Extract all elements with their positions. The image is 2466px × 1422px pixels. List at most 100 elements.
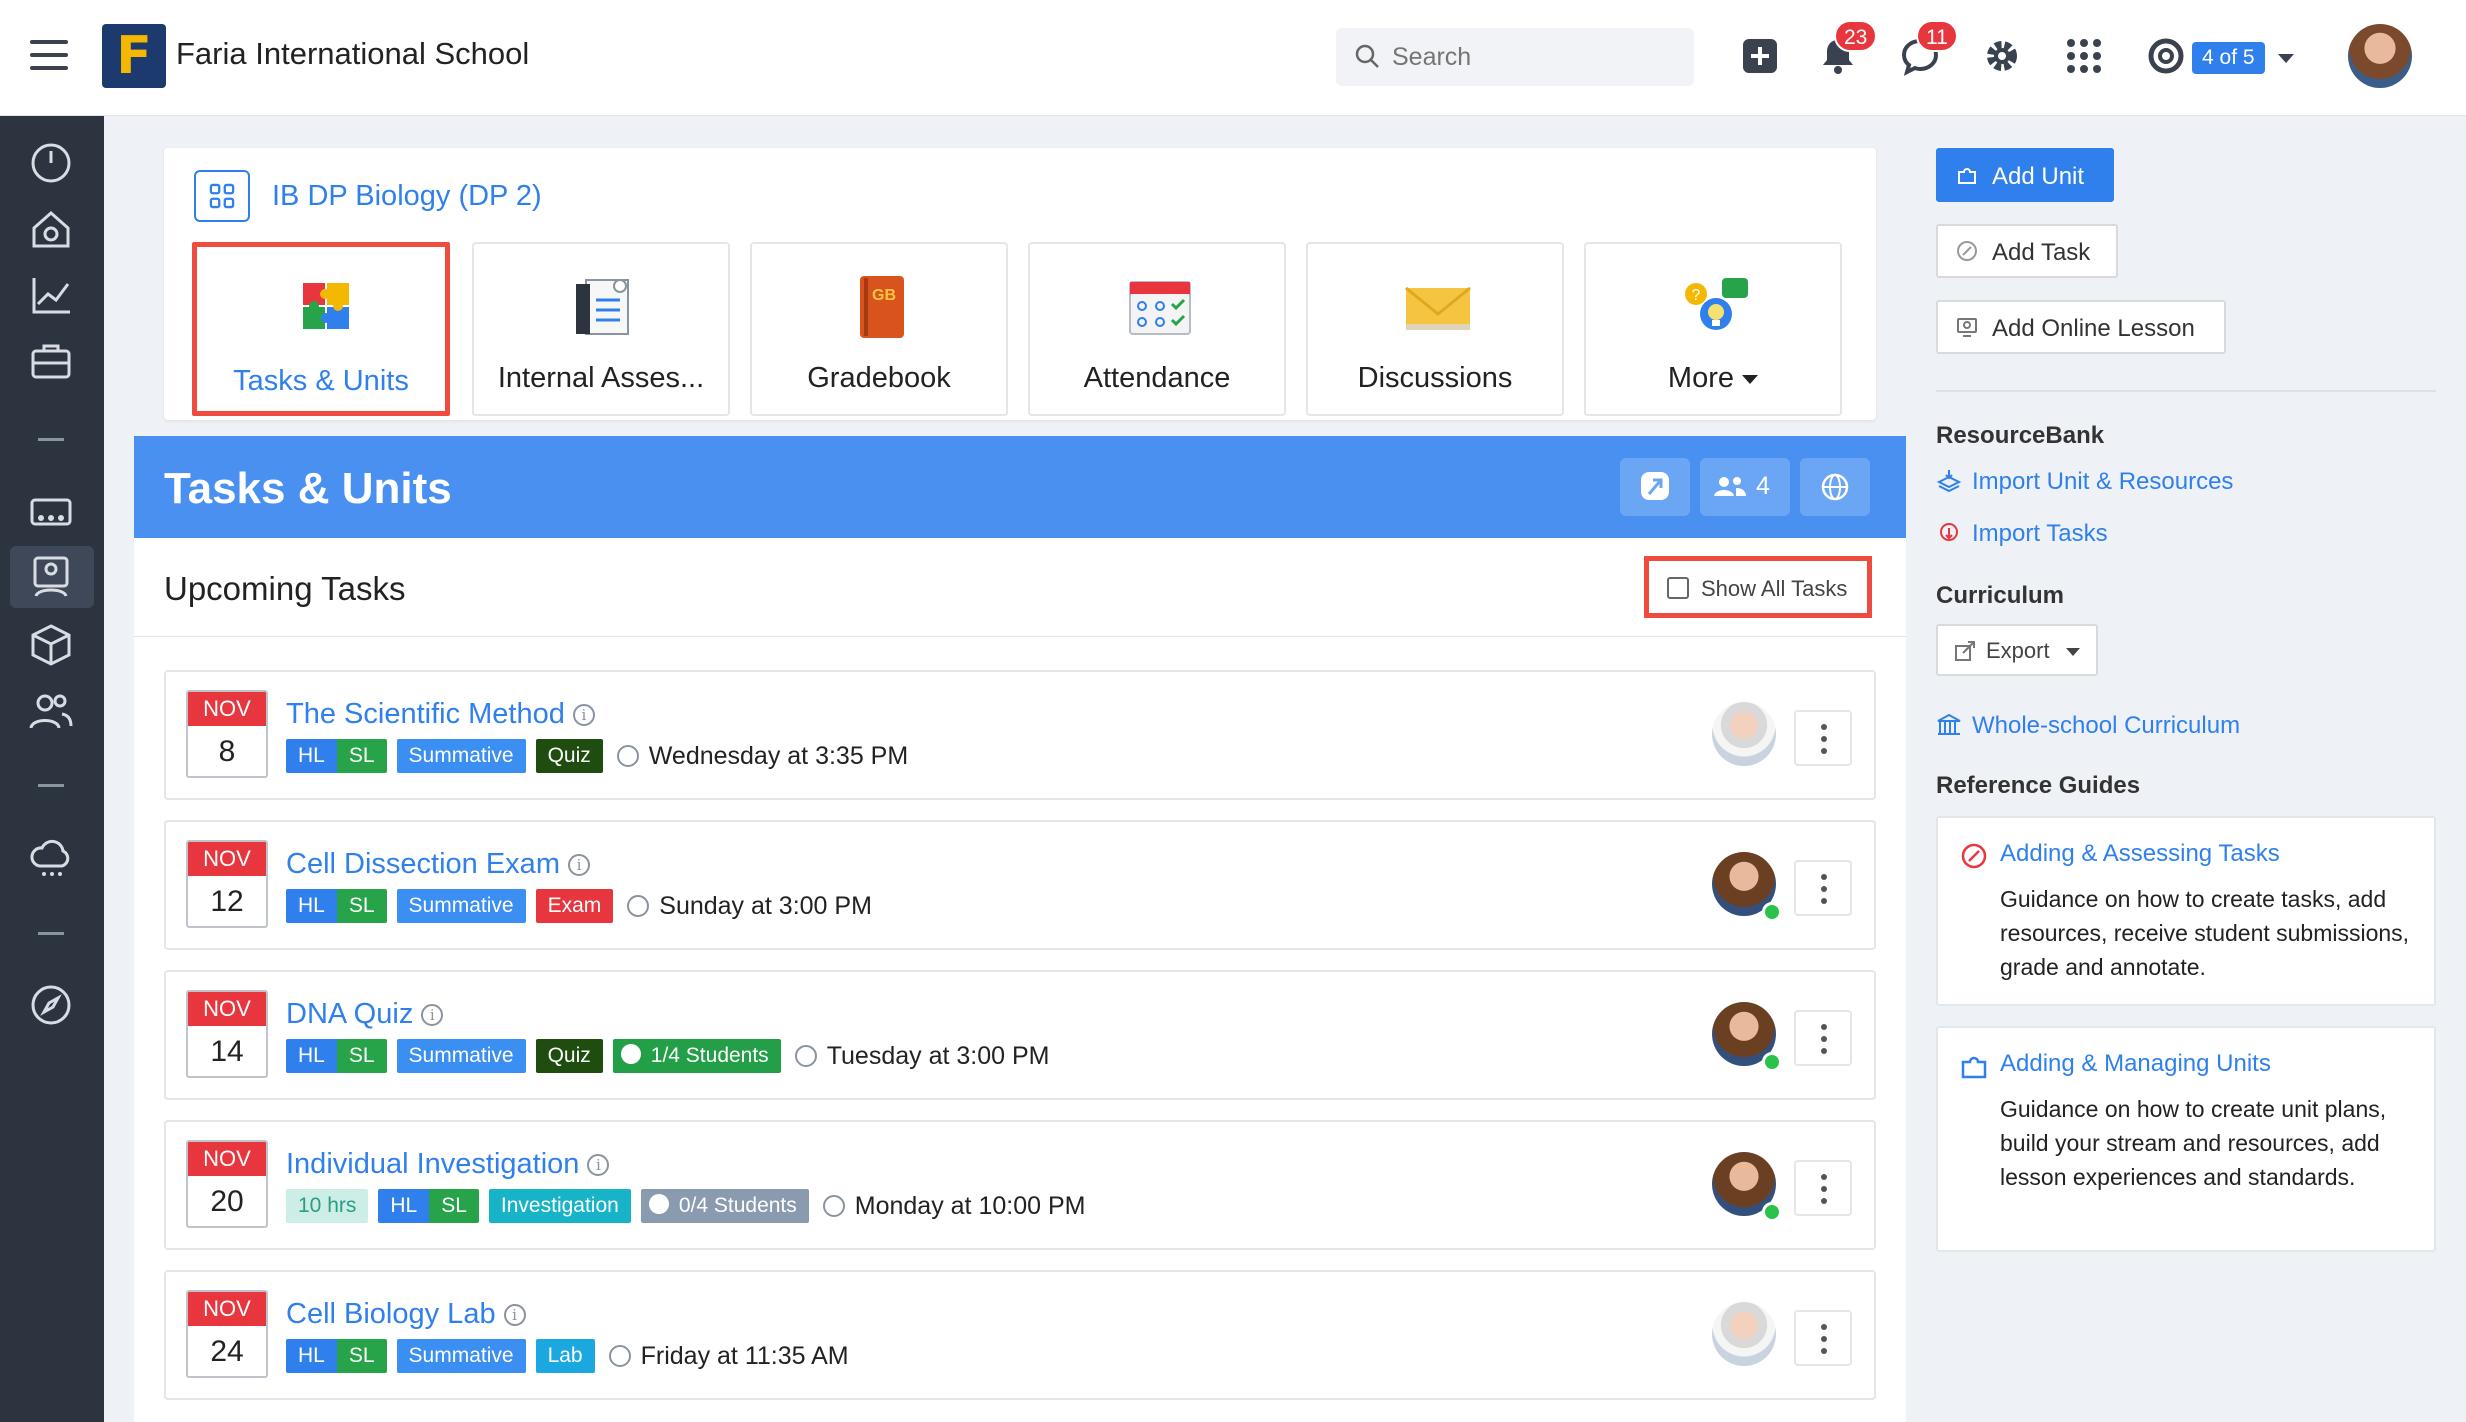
show-all-tasks-button[interactable]: Show All Tasks	[1644, 556, 1872, 618]
tag-summative: Summative	[396, 1339, 526, 1373]
divider	[134, 636, 1906, 637]
export-dropdown[interactable]: Export	[1936, 624, 2098, 676]
student-submissions-badge[interactable]: 0/4 Students	[640, 1189, 809, 1223]
cloud-icon[interactable]	[26, 832, 76, 882]
cube-icon[interactable]	[26, 620, 76, 670]
task-options-button[interactable]	[1794, 1010, 1852, 1066]
teacher-class-icon[interactable]	[26, 552, 76, 602]
add-online-lesson-button[interactable]: Add Online Lesson	[1936, 300, 2226, 354]
guide-description: Guidance on how to create unit plans, bu…	[2000, 1096, 2387, 1190]
pager-indicator[interactable]: 4 of 5	[2192, 42, 2265, 74]
info-icon[interactable]: i	[572, 704, 595, 727]
guide-title[interactable]: Adding & Managing Units	[2000, 1050, 2271, 1078]
whole-school-curriculum-link[interactable]: Whole-school Curriculum	[1936, 712, 2240, 740]
task-options-button[interactable]	[1794, 1160, 1852, 1216]
tab-more[interactable]: ? More	[1584, 242, 1842, 416]
task-title-link[interactable]: DNA Quiz i	[286, 998, 444, 1031]
task-title[interactable]: DNA Quiz	[286, 998, 413, 1030]
hamburger-menu-icon[interactable]	[30, 40, 68, 70]
add-icon[interactable]	[1740, 36, 1780, 76]
gear-icon[interactable]	[1982, 36, 2022, 76]
info-icon[interactable]: i	[567, 854, 590, 877]
share-button[interactable]	[1620, 458, 1690, 516]
import-tasks-link[interactable]: Import Tasks	[1936, 520, 2108, 548]
add-task-button[interactable]: Add Task	[1936, 224, 2118, 278]
notifications-button[interactable]: 23	[1818, 20, 1878, 76]
task-row[interactable]: NOV 12 Cell Dissection Exam i HL SL Summa…	[164, 820, 1876, 950]
task-options-button[interactable]	[1794, 1310, 1852, 1366]
search-box[interactable]	[1336, 28, 1694, 86]
school-name[interactable]: Faria International School	[176, 36, 529, 72]
rail-separator	[38, 438, 64, 441]
language-button[interactable]	[1800, 458, 1870, 516]
briefcase-icon[interactable]	[26, 336, 76, 386]
tab-tasks-units[interactable]: Tasks & Units	[192, 242, 450, 416]
info-icon[interactable]: i	[587, 1154, 610, 1177]
course-grid-icon[interactable]	[194, 170, 250, 222]
tab-gradebook[interactable]: GB Gradebook	[750, 242, 1008, 416]
home-icon[interactable]	[26, 204, 76, 254]
import-tasks-label[interactable]: Import Tasks	[1972, 520, 2108, 547]
people-icon[interactable]	[26, 686, 76, 736]
task-row[interactable]: NOV 20 Individual Investigation i 10 hrs …	[164, 1120, 1876, 1250]
members-button[interactable]: 4	[1700, 458, 1790, 516]
chevron-down-icon[interactable]	[2278, 54, 2294, 63]
task-title-link[interactable]: Individual Investigation i	[286, 1148, 610, 1181]
tag-sl: SL	[336, 1039, 387, 1073]
tab-internal-assessment[interactable]: Internal Asses...	[472, 242, 730, 416]
import-unit-link[interactable]: Import Unit & Resources	[1936, 468, 2233, 496]
task-title[interactable]: Cell Biology Lab	[286, 1298, 496, 1330]
student-submissions-badge[interactable]: 1/4 Students	[612, 1039, 781, 1073]
tag-summative: Summative	[396, 889, 526, 923]
task-title[interactable]: Cell Dissection Exam	[286, 848, 560, 880]
messages-button[interactable]: 11	[1900, 20, 1958, 76]
dashboard-gauge-icon[interactable]	[26, 138, 76, 188]
search-input[interactable]	[1392, 28, 1682, 86]
classes-icon[interactable]	[26, 488, 76, 538]
course-title[interactable]: IB DP Biology (DP 2)	[272, 180, 542, 213]
task-options-button[interactable]	[1794, 710, 1852, 766]
task-title-link[interactable]: Cell Biology Lab i	[286, 1298, 526, 1331]
task-options-button[interactable]	[1794, 860, 1852, 916]
import-unit-label[interactable]: Import Unit & Resources	[1972, 468, 2233, 495]
task-date: NOV 8	[186, 690, 268, 778]
clock-circle-icon	[648, 1194, 669, 1215]
building-icon	[1937, 713, 1961, 735]
task-day: 12	[210, 885, 244, 918]
whole-school-label[interactable]: Whole-school Curriculum	[1972, 712, 2240, 739]
task-row[interactable]: NOV 24 Cell Biology Lab i HL SL Summative…	[164, 1270, 1876, 1400]
info-icon[interactable]: i	[421, 1004, 444, 1027]
user-avatar[interactable]	[2348, 24, 2412, 88]
guide-card-units[interactable]: Adding & Managing Units Guidance on how …	[1936, 1026, 2436, 1252]
school-logo[interactable]: F	[102, 24, 166, 88]
sidebar-divider	[1936, 390, 2436, 392]
tab-attendance[interactable]: Attendance	[1028, 242, 1286, 416]
guide-card-tasks[interactable]: Adding & Assessing Tasks Guidance on how…	[1936, 816, 2436, 1006]
compass-icon[interactable]	[26, 980, 76, 1030]
student-submissions-text: 1/4 Students	[650, 1044, 769, 1067]
task-row[interactable]: NOV 14 DNA Quiz i HL SL Summative Quiz 1/…	[164, 970, 1876, 1100]
help-lifebuoy-icon[interactable]	[2146, 36, 2186, 76]
task-month: NOV	[188, 692, 266, 726]
info-icon[interactable]: i	[503, 1304, 526, 1327]
task-due-text: Sunday at 3:00 PM	[659, 891, 872, 920]
apps-grid-icon[interactable]	[2064, 36, 2104, 76]
task-pen-icon	[1957, 241, 1977, 261]
members-count: 4	[1756, 472, 1770, 500]
task-title[interactable]: The Scientific Method	[286, 698, 565, 730]
task-row[interactable]: NOV 8 The Scientific Method i HL SL Summa…	[164, 670, 1876, 800]
task-title-link[interactable]: The Scientific Method i	[286, 698, 595, 731]
guide-title[interactable]: Adding & Assessing Tasks	[2000, 840, 2280, 868]
tag-summative: Summative	[396, 1039, 526, 1073]
panel-title: Tasks & Units	[164, 464, 452, 513]
tag-hours: 10 hrs	[286, 1189, 369, 1223]
tab-discussions[interactable]: Discussions	[1306, 242, 1564, 416]
task-title[interactable]: Individual Investigation	[286, 1148, 579, 1180]
task-due-text: Friday at 11:35 AM	[640, 1341, 849, 1370]
analytics-chart-icon[interactable]	[26, 270, 76, 320]
task-month: NOV	[188, 992, 266, 1026]
task-title-link[interactable]: Cell Dissection Exam i	[286, 848, 590, 881]
add-unit-button[interactable]: Add Unit	[1936, 148, 2114, 202]
teacher-avatar[interactable]	[1712, 702, 1776, 766]
teacher-avatar[interactable]	[1712, 1302, 1776, 1366]
